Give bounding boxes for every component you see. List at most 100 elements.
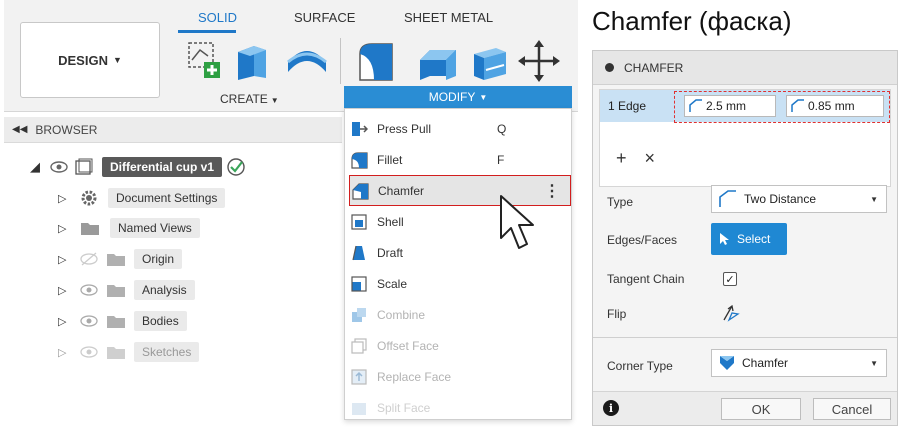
folder-icon [107,285,125,297]
menu-item-label: Fillet [377,152,403,167]
tangent-chain-checkbox[interactable]: ✓ [723,272,737,286]
replace-face-icon [349,367,369,387]
chamfer-icon [350,181,370,201]
eye-hidden-icon[interactable] [80,252,98,266]
eye-icon[interactable] [50,160,68,174]
tree-item-label: Analysis [134,280,195,300]
chamfer-dialog: CHAMFER 1 Edge 2.5 mm 0.85 mm + × Type T… [592,50,898,426]
extrude-icon[interactable] [232,40,272,82]
chevron-down-icon: ▼ [479,92,488,102]
corner-type-label: Corner Type [607,359,673,373]
gear-icon [81,190,97,206]
tree-item[interactable]: ▷ Analysis [58,278,195,302]
corner-type-select[interactable]: Chamfer ▼ [711,349,887,377]
combine-icon [349,305,369,325]
create-label: CREATE [220,92,268,106]
expand-triangle-icon[interactable]: ▷ [58,192,72,205]
highlight-frame [674,91,890,123]
type-value: Two Distance [744,192,817,206]
menu-item-label: Chamfer [378,183,425,198]
menu-item-label: Scale [377,276,408,291]
expand-triangle-icon[interactable]: ▷ [58,315,72,328]
expand-triangle-icon[interactable]: ◢ [30,159,44,175]
create-menu[interactable]: CREATE ▼ [220,92,279,106]
root-component-label[interactable]: Differential cup v1 [102,157,223,177]
design-label: DESIGN [58,52,108,68]
menu-item-label: Draft [377,245,404,260]
offset-face-icon [349,336,369,356]
tab-solid[interactable]: SOLID [194,10,241,25]
dialog-header[interactable]: CHAMFER [593,51,897,85]
folder-icon [107,316,125,328]
edges-faces-label: Edges/Faces [607,233,678,247]
flip-label: Flip [607,307,627,321]
add-icon[interactable]: + [616,148,627,169]
menu-item-fillet[interactable]: Fillet F [345,144,571,175]
cursor-arrow-icon [720,233,729,245]
checkmark-icon: ✓ [725,273,735,286]
remove-icon[interactable]: × [645,148,656,169]
menu-item-label: Replace Face [377,369,452,384]
dialog-title: CHAMFER [624,60,684,75]
fillet-tool-icon[interactable] [354,38,398,84]
info-icon[interactable]: i [603,400,619,416]
collapse-icon[interactable]: ◀◀ [12,124,27,135]
tree-root[interactable]: ◢ Differential cup v1 [30,155,246,179]
revolve-icon[interactable] [284,42,330,80]
eye-icon[interactable] [80,345,98,359]
menu-item-split-face[interactable]: Split Face [345,392,571,419]
browser-header[interactable]: ◀◀ BROWSER [4,117,342,143]
corner-chamfer-icon [720,356,734,370]
select-label: Select [737,232,771,246]
folder-icon [81,223,99,235]
two-distance-icon [719,190,736,207]
tree-item[interactable]: ▷ Sketches [58,340,200,364]
expand-triangle-icon[interactable]: ▷ [58,346,72,359]
menu-item-offset-face[interactable]: Offset Face [345,330,571,361]
collapse-dot-icon[interactable] [605,63,614,72]
tab-surface[interactable]: SURFACE [290,10,359,25]
dialog-divider [593,337,897,338]
edge-selection-panel: 1 Edge 2.5 mm 0.85 mm + × [599,89,891,187]
expand-triangle-icon[interactable]: ▷ [58,284,72,297]
cancel-button[interactable]: Cancel [813,398,891,420]
expand-triangle-icon[interactable]: ▷ [58,253,72,266]
folder-icon [107,254,125,266]
active-check-icon [227,158,245,176]
expand-triangle-icon[interactable]: ▷ [58,222,72,235]
tree-item[interactable]: ▷ Named Views [58,216,200,240]
split-face-icon [349,398,369,418]
chevron-down-icon: ▼ [112,55,122,65]
eye-icon[interactable] [80,314,98,328]
active-tab-underline [178,30,236,33]
move-icon[interactable] [516,38,562,84]
draft-icon [349,243,369,263]
tree-item[interactable]: ▷ Document Settings [58,186,226,210]
more-options-icon[interactable]: ⋮ [544,181,560,201]
menu-item-press-pull[interactable]: Press Pull Q [345,113,571,144]
chamfer-tool-icon[interactable] [416,40,460,84]
menu-item-replace-face[interactable]: Replace Face [345,361,571,392]
modify-label: MODIFY [428,90,476,104]
toolbar-separator [340,38,341,84]
folder-icon [107,347,125,359]
create-sketch-icon[interactable] [186,40,224,80]
tree-item[interactable]: ▷ Bodies [58,309,187,333]
flip-icon[interactable] [721,303,741,323]
chevron-down-icon: ▼ [870,194,878,204]
modify-menu-button[interactable]: MODIFY ▼ [344,86,572,108]
menu-item-scale[interactable]: Scale [345,268,571,299]
press-pull-icon [349,119,369,139]
type-select[interactable]: Two Distance ▼ [711,185,887,213]
menu-item-label: Offset Face [377,338,439,353]
menu-item-combine[interactable]: Combine [345,299,571,330]
tree-item-label: Sketches [134,342,200,362]
eye-icon[interactable] [80,283,98,297]
edges-select-button[interactable]: Select [711,223,787,255]
shell-tool-icon[interactable] [470,40,510,84]
ok-button[interactable]: OK [721,398,801,420]
tab-sheet-metal[interactable]: SHEET METAL [400,10,497,25]
fillet-icon [349,150,369,170]
design-workspace-button[interactable]: DESIGN ▼ [20,22,160,98]
tree-item[interactable]: ▷ Origin [58,247,183,271]
